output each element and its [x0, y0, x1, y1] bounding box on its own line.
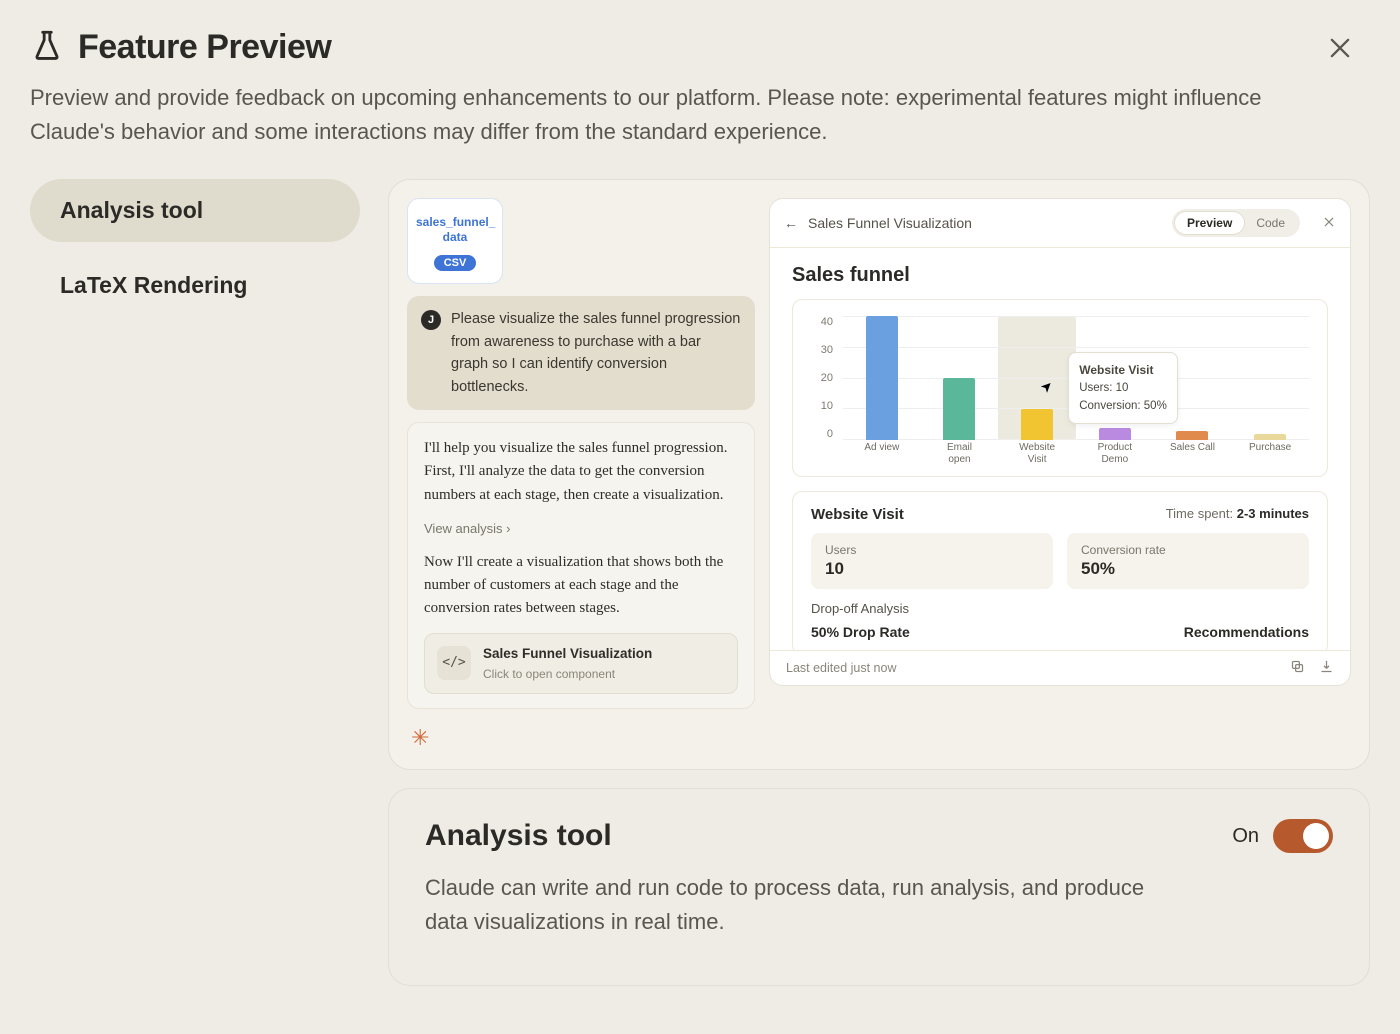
chart-tooltip: Website Visit Users: 10 Conversion: 50% — [1068, 352, 1178, 424]
feature-sidebar: Analysis tool LaTeX Rendering — [30, 179, 360, 986]
detail-card: Website Visit Time spent: 2-3 minutes Us… — [792, 491, 1328, 650]
file-name: sales_funnel_ data — [416, 215, 494, 245]
recommendations-label: Recommendations — [1184, 624, 1309, 640]
sidebar-item-latex-rendering[interactable]: LaTeX Rendering — [30, 254, 360, 317]
sparkle-icon: ✳ — [411, 725, 755, 751]
stat-users: Users 10 — [811, 533, 1053, 589]
stat-conversion: Conversion rate 50% — [1067, 533, 1309, 589]
chevron-right-icon: › — [506, 521, 510, 536]
toggle-knob — [1303, 823, 1329, 849]
code-icon: </> — [437, 646, 471, 680]
component-title: Sales Funnel Visualization — [483, 644, 652, 665]
toggle-title: Analysis tool — [425, 819, 612, 853]
page-title: Feature Preview — [78, 28, 331, 67]
user-message: J Please visualize the sales funnel prog… — [407, 296, 755, 410]
assistant-text-2: Now I'll create a visualization that sho… — [424, 551, 738, 621]
view-analysis-link[interactable]: View analysis › — [424, 519, 738, 539]
feature-preview-card: sales_funnel_ data CSV J Please visualiz… — [388, 179, 1370, 770]
component-subtitle: Click to open component — [483, 665, 652, 684]
bar-website-visit[interactable] — [1021, 409, 1053, 440]
bar-email-open[interactable] — [943, 378, 975, 440]
copy-icon[interactable] — [1290, 659, 1305, 677]
last-edited: Last edited just now — [786, 661, 897, 675]
toggle-description: Claude can write and run code to process… — [425, 871, 1185, 939]
close-button[interactable] — [1326, 34, 1354, 62]
file-type-badge: CSV — [434, 255, 477, 271]
feature-toggle-card: Analysis tool On Claude can write and ru… — [388, 788, 1370, 986]
page-subtitle: Preview and provide feedback on upcoming… — [30, 81, 1310, 149]
sidebar-item-analysis-tool[interactable]: Analysis tool — [30, 179, 360, 242]
bar-ad-view[interactable] — [866, 316, 898, 440]
toggle-state-label: On — [1232, 825, 1259, 848]
artifact-panel: ← Sales Funnel Visualization Preview Cod… — [769, 198, 1351, 686]
drop-rate: 50% Drop Rate — [811, 624, 910, 640]
time-spent: Time spent: 2-3 minutes — [1166, 506, 1309, 523]
detail-title: Website Visit — [811, 506, 904, 523]
flask-icon — [30, 28, 64, 67]
bar-chart: 403020100 Ad viewEmail openWebsite Visit… — [792, 299, 1328, 477]
tab-preview[interactable]: Preview — [1175, 212, 1244, 234]
bar-product-demo[interactable] — [1099, 428, 1131, 440]
preview-code-toggle: Preview Code — [1172, 209, 1300, 237]
user-avatar: J — [421, 310, 441, 330]
assistant-text-1: I'll help you visualize the sales funnel… — [424, 437, 738, 507]
feature-toggle-switch[interactable] — [1273, 819, 1333, 853]
bar-sales-call[interactable] — [1176, 431, 1208, 440]
file-attachment[interactable]: sales_funnel_ data CSV — [407, 198, 503, 284]
user-message-text: Please visualize the sales funnel progre… — [451, 308, 741, 398]
component-artifact-chip[interactable]: </> Sales Funnel Visualization Click to … — [424, 633, 738, 695]
artifact-close-icon[interactable] — [1322, 215, 1336, 232]
dropoff-label: Drop-off Analysis — [811, 601, 1309, 616]
download-icon[interactable] — [1319, 659, 1334, 677]
bar-purchase[interactable] — [1254, 434, 1286, 440]
assistant-message: I'll help you visualize the sales funnel… — [407, 422, 755, 709]
y-axis: 403020100 — [811, 316, 833, 440]
back-arrow-icon[interactable]: ← — [784, 215, 798, 231]
chart-title: Sales funnel — [792, 264, 1328, 287]
tab-code[interactable]: Code — [1244, 212, 1297, 234]
artifact-title: Sales Funnel Visualization — [808, 215, 972, 231]
x-axis-labels: Ad viewEmail openWebsite VisitProduct De… — [843, 442, 1309, 466]
